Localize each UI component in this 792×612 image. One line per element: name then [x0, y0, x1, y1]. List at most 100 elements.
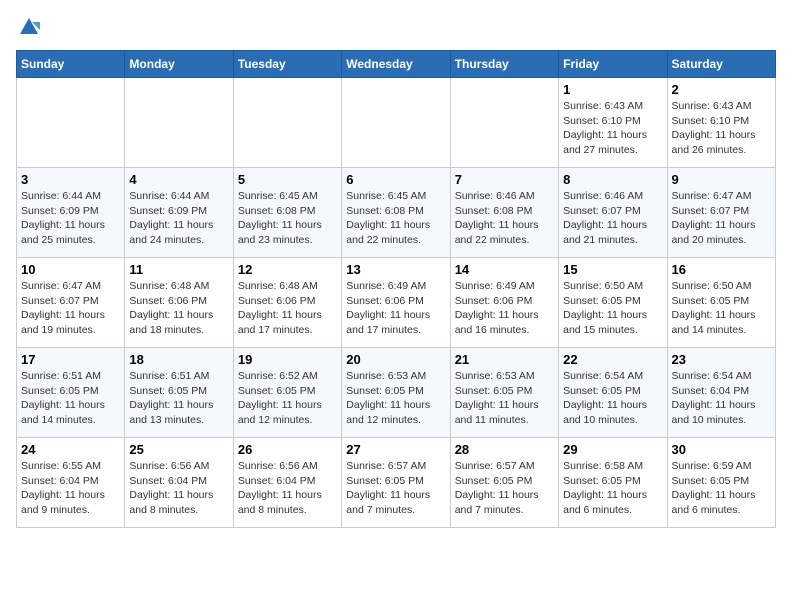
day-number: 14	[455, 262, 554, 277]
calendar-cell: 14 Sunrise: 6:49 AM Sunset: 6:06 PM Dayli…	[450, 258, 558, 348]
calendar-cell: 24Sunrise: 6:55 AM Sunset: 6:04 PM Dayli…	[17, 438, 125, 528]
day-info: Sunrise: 6:53 AM Sunset: 6:05 PM Dayligh…	[346, 369, 445, 428]
day-info: Sunrise: 6:43 AM Sunset: 6:10 PM Dayligh…	[563, 99, 662, 158]
calendar-cell: 7 Sunrise: 6:46 AM Sunset: 6:08 PM Daylig…	[450, 168, 558, 258]
calendar-week-row: 17 Sunrise: 6:51 AM Sunset: 6:05 PM Dayli…	[17, 348, 776, 438]
calendar-header-saturday: Saturday	[667, 51, 775, 78]
calendar-header-sunday: Sunday	[17, 51, 125, 78]
day-info: Sunrise: 6:49 AM Sunset: 6:06 PM Dayligh…	[346, 279, 445, 338]
day-number: 24	[21, 442, 120, 457]
calendar-cell	[17, 78, 125, 168]
day-number: 29	[563, 442, 662, 457]
calendar-week-row: 10 Sunrise: 6:47 AM Sunset: 6:07 PM Dayli…	[17, 258, 776, 348]
calendar-cell: 22 Sunrise: 6:54 AM Sunset: 6:05 PM Dayli…	[559, 348, 667, 438]
page-header	[16, 16, 776, 38]
day-number: 4	[129, 172, 228, 187]
day-info: Sunrise: 6:50 AM Sunset: 6:05 PM Dayligh…	[672, 279, 771, 338]
day-info: Sunrise: 6:56 AM Sunset: 6:04 PM Dayligh…	[129, 459, 228, 518]
day-info: Sunrise: 6:51 AM Sunset: 6:05 PM Dayligh…	[21, 369, 120, 428]
day-number: 8	[563, 172, 662, 187]
calendar-header-tuesday: Tuesday	[233, 51, 341, 78]
day-number: 28	[455, 442, 554, 457]
calendar-cell: 8 Sunrise: 6:46 AM Sunset: 6:07 PM Daylig…	[559, 168, 667, 258]
day-number: 9	[672, 172, 771, 187]
day-info: Sunrise: 6:49 AM Sunset: 6:06 PM Dayligh…	[455, 279, 554, 338]
day-number: 17	[21, 352, 120, 367]
day-number: 13	[346, 262, 445, 277]
day-number: 22	[563, 352, 662, 367]
calendar-cell: 11 Sunrise: 6:48 AM Sunset: 6:06 PM Dayli…	[125, 258, 233, 348]
calendar-cell: 25 Sunrise: 6:56 AM Sunset: 6:04 PM Dayli…	[125, 438, 233, 528]
calendar-cell: 15 Sunrise: 6:50 AM Sunset: 6:05 PM Dayli…	[559, 258, 667, 348]
calendar-cell: 20Sunrise: 6:53 AM Sunset: 6:05 PM Dayli…	[342, 348, 450, 438]
calendar-cell: 6 Sunrise: 6:45 AM Sunset: 6:08 PM Daylig…	[342, 168, 450, 258]
day-number: 10	[21, 262, 120, 277]
day-info: Sunrise: 6:59 AM Sunset: 6:05 PM Dayligh…	[672, 459, 771, 518]
calendar-cell: 27 Sunrise: 6:57 AM Sunset: 6:05 PM Dayli…	[342, 438, 450, 528]
day-number: 30	[672, 442, 771, 457]
day-info: Sunrise: 6:53 AM Sunset: 6:05 PM Dayligh…	[455, 369, 554, 428]
calendar-cell: 1Sunrise: 6:43 AM Sunset: 6:10 PM Daylig…	[559, 78, 667, 168]
day-info: Sunrise: 6:47 AM Sunset: 6:07 PM Dayligh…	[21, 279, 120, 338]
day-info: Sunrise: 6:52 AM Sunset: 6:05 PM Dayligh…	[238, 369, 337, 428]
calendar-cell: 19Sunrise: 6:52 AM Sunset: 6:05 PM Dayli…	[233, 348, 341, 438]
day-info: Sunrise: 6:48 AM Sunset: 6:06 PM Dayligh…	[238, 279, 337, 338]
calendar-cell: 4 Sunrise: 6:44 AM Sunset: 6:09 PM Daylig…	[125, 168, 233, 258]
day-info: Sunrise: 6:47 AM Sunset: 6:07 PM Dayligh…	[672, 189, 771, 248]
calendar-cell: 29 Sunrise: 6:58 AM Sunset: 6:05 PM Dayli…	[559, 438, 667, 528]
logo	[16, 16, 40, 38]
calendar-cell	[450, 78, 558, 168]
calendar-cell: 28Sunrise: 6:57 AM Sunset: 6:05 PM Dayli…	[450, 438, 558, 528]
calendar-cell: 9 Sunrise: 6:47 AM Sunset: 6:07 PM Daylig…	[667, 168, 775, 258]
calendar-cell: 17 Sunrise: 6:51 AM Sunset: 6:05 PM Dayli…	[17, 348, 125, 438]
calendar-week-row: 24Sunrise: 6:55 AM Sunset: 6:04 PM Dayli…	[17, 438, 776, 528]
calendar-week-row: 3 Sunrise: 6:44 AM Sunset: 6:09 PM Daylig…	[17, 168, 776, 258]
calendar-cell: 16 Sunrise: 6:50 AM Sunset: 6:05 PM Dayli…	[667, 258, 775, 348]
day-number: 27	[346, 442, 445, 457]
day-number: 3	[21, 172, 120, 187]
calendar-cell: 12 Sunrise: 6:48 AM Sunset: 6:06 PM Dayli…	[233, 258, 341, 348]
day-number: 7	[455, 172, 554, 187]
day-number: 15	[563, 262, 662, 277]
calendar-cell: 13 Sunrise: 6:49 AM Sunset: 6:06 PM Dayli…	[342, 258, 450, 348]
day-info: Sunrise: 6:58 AM Sunset: 6:05 PM Dayligh…	[563, 459, 662, 518]
day-info: Sunrise: 6:45 AM Sunset: 6:08 PM Dayligh…	[346, 189, 445, 248]
calendar-cell: 21 Sunrise: 6:53 AM Sunset: 6:05 PM Dayli…	[450, 348, 558, 438]
calendar-cell	[125, 78, 233, 168]
calendar-cell: 18Sunrise: 6:51 AM Sunset: 6:05 PM Dayli…	[125, 348, 233, 438]
day-info: Sunrise: 6:45 AM Sunset: 6:08 PM Dayligh…	[238, 189, 337, 248]
day-info: Sunrise: 6:54 AM Sunset: 6:04 PM Dayligh…	[672, 369, 771, 428]
day-info: Sunrise: 6:46 AM Sunset: 6:08 PM Dayligh…	[455, 189, 554, 248]
day-number: 5	[238, 172, 337, 187]
calendar-week-row: 1Sunrise: 6:43 AM Sunset: 6:10 PM Daylig…	[17, 78, 776, 168]
day-number: 21	[455, 352, 554, 367]
day-number: 23	[672, 352, 771, 367]
day-info: Sunrise: 6:44 AM Sunset: 6:09 PM Dayligh…	[129, 189, 228, 248]
day-info: Sunrise: 6:46 AM Sunset: 6:07 PM Dayligh…	[563, 189, 662, 248]
day-info: Sunrise: 6:43 AM Sunset: 6:10 PM Dayligh…	[672, 99, 771, 158]
day-info: Sunrise: 6:50 AM Sunset: 6:05 PM Dayligh…	[563, 279, 662, 338]
calendar-cell	[342, 78, 450, 168]
calendar-table: SundayMondayTuesdayWednesdayThursdayFrid…	[16, 50, 776, 528]
day-number: 25	[129, 442, 228, 457]
calendar-cell: 3Sunrise: 6:44 AM Sunset: 6:09 PM Daylig…	[17, 168, 125, 258]
day-number: 18	[129, 352, 228, 367]
day-number: 6	[346, 172, 445, 187]
calendar-cell: 30 Sunrise: 6:59 AM Sunset: 6:05 PM Dayli…	[667, 438, 775, 528]
day-number: 16	[672, 262, 771, 277]
day-number: 2	[672, 82, 771, 97]
day-number: 26	[238, 442, 337, 457]
logo-icon	[18, 16, 40, 38]
day-number: 11	[129, 262, 228, 277]
day-info: Sunrise: 6:48 AM Sunset: 6:06 PM Dayligh…	[129, 279, 228, 338]
calendar-header-row: SundayMondayTuesdayWednesdayThursdayFrid…	[17, 51, 776, 78]
calendar-header-friday: Friday	[559, 51, 667, 78]
calendar-header-wednesday: Wednesday	[342, 51, 450, 78]
calendar-header-monday: Monday	[125, 51, 233, 78]
calendar-cell: 10 Sunrise: 6:47 AM Sunset: 6:07 PM Dayli…	[17, 258, 125, 348]
day-info: Sunrise: 6:57 AM Sunset: 6:05 PM Dayligh…	[346, 459, 445, 518]
day-info: Sunrise: 6:54 AM Sunset: 6:05 PM Dayligh…	[563, 369, 662, 428]
day-number: 12	[238, 262, 337, 277]
calendar-cell	[233, 78, 341, 168]
calendar-header-thursday: Thursday	[450, 51, 558, 78]
